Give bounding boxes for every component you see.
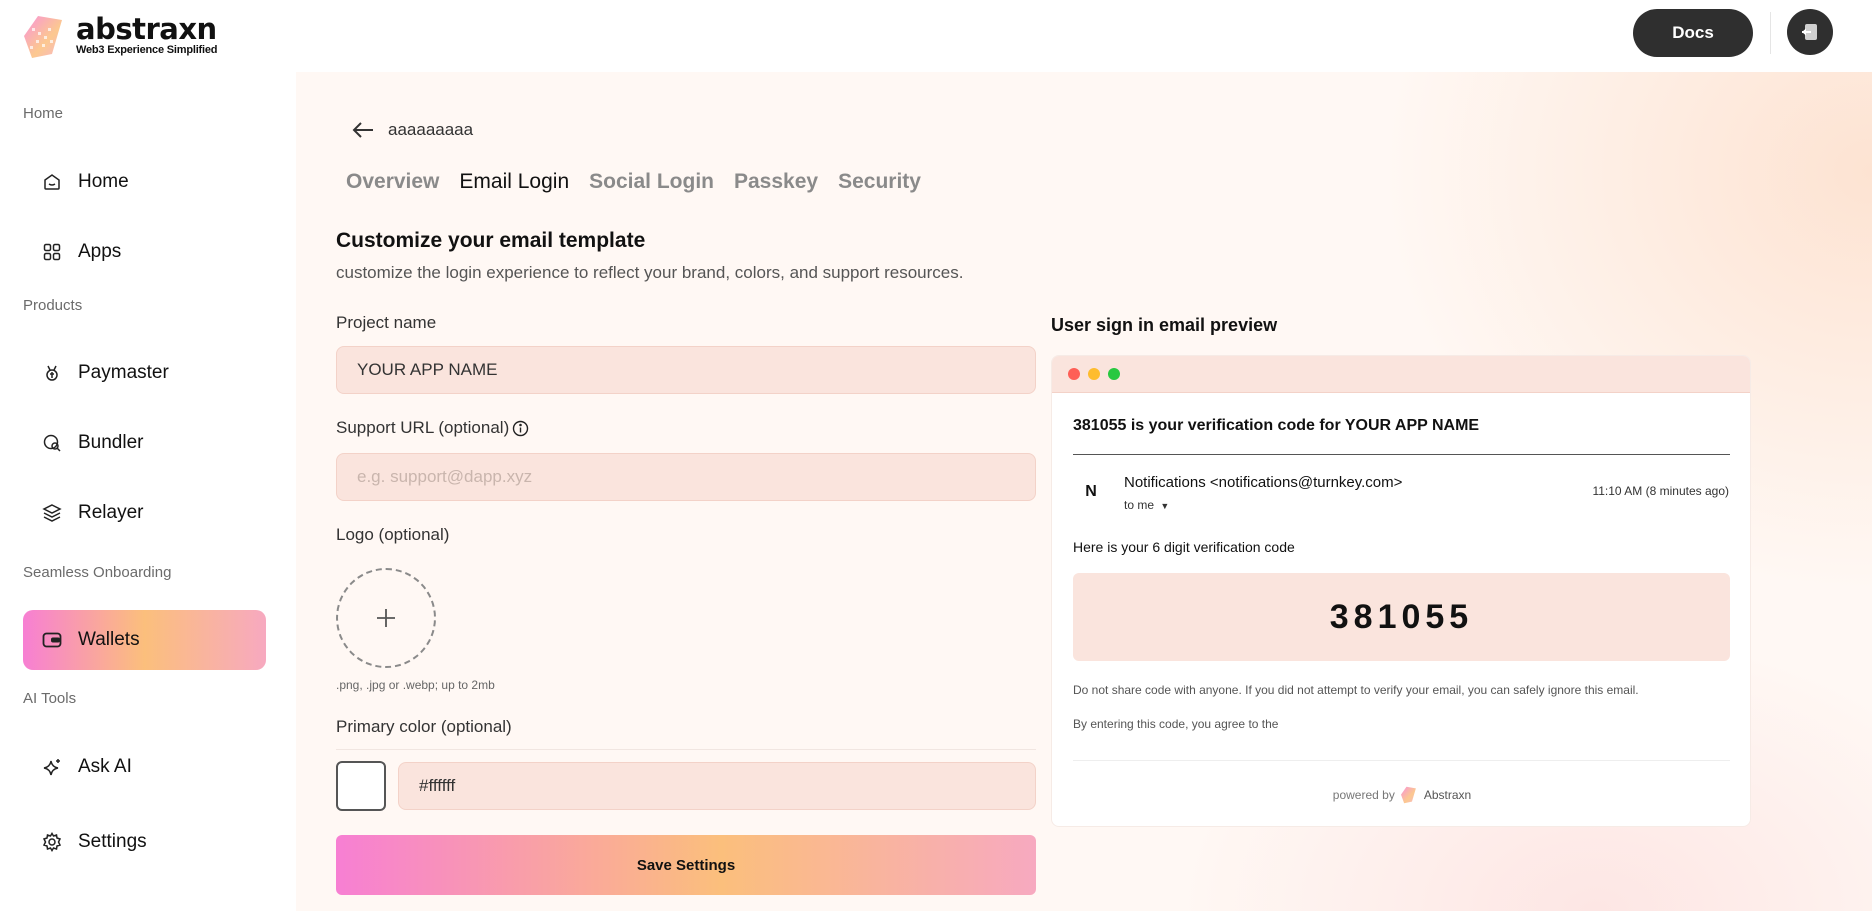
project-name-label: Project name	[336, 313, 436, 333]
sidebar-item-ask-ai[interactable]: Ask AI	[23, 737, 266, 797]
sidebar-item-label: Wallets	[78, 629, 140, 650]
sidebar-item-relayer[interactable]: Relayer	[23, 483, 266, 543]
window-minimize-dot-icon	[1088, 368, 1100, 380]
docs-button[interactable]: Docs	[1633, 9, 1753, 57]
logo-upload-hint: .png, .jpg or .webp; up to 2mb	[336, 678, 495, 692]
tab-bar: Overview Email Login Social Login Passke…	[346, 170, 941, 194]
logout-icon	[1802, 24, 1817, 40]
wallet-icon	[42, 630, 62, 650]
logout-button[interactable]	[1787, 9, 1833, 55]
tab-social-login[interactable]: Social Login	[589, 170, 714, 194]
paymaster-icon	[42, 363, 62, 383]
bundler-icon	[42, 433, 62, 453]
powered-by-text: powered by	[1332, 788, 1395, 802]
powered-by: powered by Abstraxn	[1052, 786, 1750, 804]
primary-color-label: Primary color (optional)	[336, 717, 512, 737]
window-maximize-dot-icon	[1108, 368, 1120, 380]
sidebar-item-label: Relayer	[78, 502, 144, 523]
info-icon[interactable]	[512, 420, 529, 437]
sidebar-item-settings[interactable]: Settings	[23, 812, 266, 872]
email-subject: 381055 is your verification code for YOU…	[1073, 417, 1480, 434]
support-url-label: Support URL (optional)	[336, 418, 529, 438]
logo-name: abstraxn	[76, 12, 217, 46]
nav-section-ai-tools: AI Tools	[23, 690, 77, 707]
home-icon	[42, 172, 62, 192]
logo-tagline: Web3 Experience Simplified	[76, 44, 218, 56]
email-disclaimer: Do not share code with anyone. If you di…	[1073, 683, 1639, 697]
recipient-text: to me	[1124, 498, 1155, 512]
save-settings-button[interactable]: Save Settings	[336, 835, 1036, 895]
sidebar-item-label: Bundler	[78, 432, 144, 453]
nav-section-onboarding: Seamless Onboarding	[23, 564, 172, 581]
project-name-input[interactable]	[336, 346, 1036, 394]
sidebar-item-label: Home	[78, 171, 129, 192]
email-preview-card: 381055 is your verification code for YOU…	[1051, 355, 1751, 827]
gear-icon	[42, 832, 62, 852]
sidebar-item-home[interactable]: Home	[23, 152, 266, 212]
nav-section-products: Products	[23, 297, 83, 314]
sidebar-item-label: Paymaster	[78, 362, 169, 383]
window-close-dot-icon	[1068, 368, 1080, 380]
tab-overview[interactable]: Overview	[346, 170, 439, 194]
sidebar-item-label: Settings	[78, 831, 147, 852]
window-title-bar	[1052, 356, 1750, 393]
sidebar-item-apps[interactable]: Apps	[23, 222, 266, 282]
header-divider	[1770, 12, 1771, 54]
email-terms-text: By entering this code, you agree to the	[1073, 717, 1279, 731]
sender-name: Notifications <notifications@turnkey.com…	[1124, 474, 1403, 491]
breadcrumb: aaaaaaaaa	[352, 120, 473, 140]
sparkle-icon	[42, 757, 62, 777]
email-timestamp: 11:10 AM (8 minutes ago)	[1592, 484, 1729, 498]
sidebar-item-paymaster[interactable]: Paymaster	[23, 343, 266, 403]
email-intro: Here is your 6 digit verification code	[1073, 539, 1295, 555]
logo-label: Logo (optional)	[336, 525, 449, 545]
sidebar-item-label: Ask AI	[78, 756, 132, 777]
plus-icon	[377, 609, 395, 627]
support-url-label-text: Support URL (optional)	[336, 418, 510, 437]
recipient-line: to me ▼	[1124, 498, 1169, 512]
tab-email-login[interactable]: Email Login	[459, 170, 569, 194]
breadcrumb-app-name: aaaaaaaaa	[388, 120, 474, 139]
subject-divider	[1073, 454, 1730, 455]
page-subtitle: customize the login experience to reflec…	[336, 263, 964, 282]
sidebar: Home Home Apps Products Paymaster Bundle…	[0, 72, 296, 911]
divider	[336, 749, 1036, 750]
abstraxn-logo-icon	[24, 16, 62, 58]
color-swatch[interactable]	[336, 761, 386, 811]
nav-section-home: Home	[23, 105, 64, 122]
abstraxn-logo-icon	[1400, 786, 1416, 804]
primary-color-input[interactable]	[398, 762, 1036, 810]
sender-avatar: N	[1085, 483, 1097, 500]
preview-title: User sign in email preview	[1051, 315, 1278, 335]
caret-down-icon: ▼	[1160, 501, 1170, 511]
logo-label-text: Logo (optional)	[336, 525, 450, 544]
logo-upload-dropzone[interactable]	[336, 568, 436, 668]
verification-code: 381055	[1073, 573, 1730, 661]
top-bar: abstraxn Web3 Experience Simplified Docs	[0, 0, 1872, 72]
support-url-input[interactable]	[336, 453, 1036, 501]
primary-color-label-text: Primary color (optional)	[336, 717, 512, 736]
back-arrow-icon[interactable]	[352, 121, 374, 139]
tab-security[interactable]: Security	[838, 170, 921, 194]
page-title: Customize your email template	[336, 229, 646, 252]
sidebar-item-wallets[interactable]: Wallets	[23, 610, 266, 670]
tab-passkey[interactable]: Passkey	[734, 170, 818, 194]
project-name-label-text: Project name	[336, 313, 437, 332]
brand-logo[interactable]: abstraxn Web3 Experience Simplified	[22, 12, 218, 60]
sidebar-item-bundler[interactable]: Bundler	[23, 413, 266, 473]
layers-icon	[42, 503, 62, 523]
powered-by-brand: Abstraxn	[1423, 788, 1472, 802]
main-content: aaaaaaaaa Overview Email Login Social Lo…	[296, 72, 1872, 911]
grid-icon	[42, 242, 62, 262]
sidebar-item-label: Apps	[78, 241, 122, 262]
footer-divider	[1073, 760, 1730, 761]
